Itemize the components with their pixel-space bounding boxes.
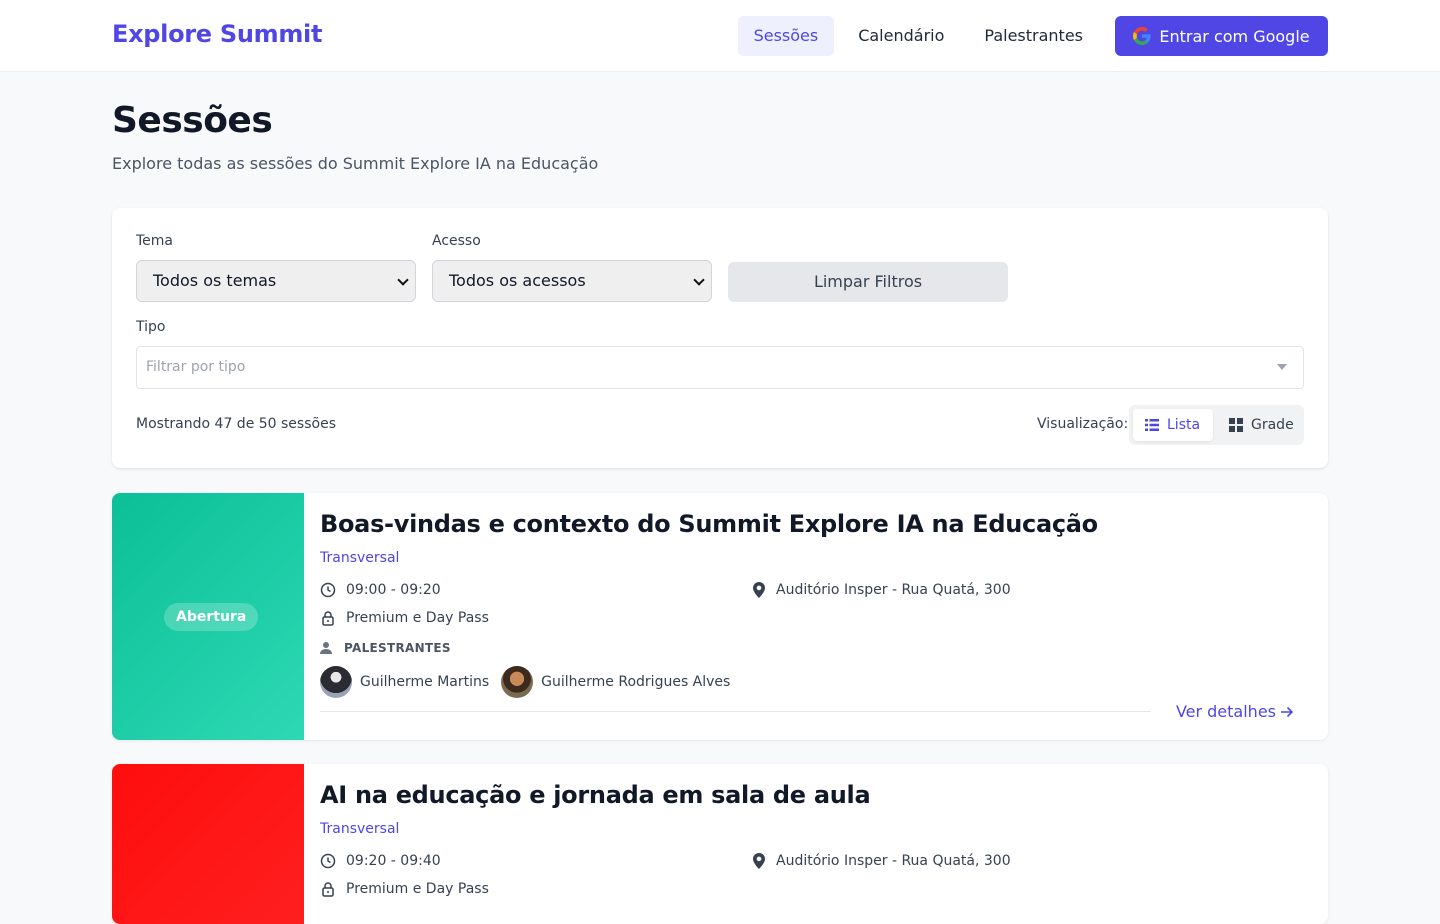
speaker-item[interactable]: Guilherme Rodrigues Alves [501,666,730,698]
session-time-text: 09:00 - 09:20 [346,582,441,598]
session-access-text: Premium e Day Pass [346,610,489,626]
nav-palestrantes[interactable]: Palestrantes [968,16,1099,56]
location-pin-icon [753,853,765,869]
view-label: Visualização: [1037,416,1129,432]
list-icon [1145,419,1159,431]
session-location-text: Auditório Insper - Rua Quatá, 300 [776,582,1011,598]
speakers-heading-text: PALESTRANTES [344,641,451,655]
view-grid-label: Grade [1251,417,1294,433]
session-badge: Abertura [164,603,259,631]
clock-icon [320,853,336,869]
speaker-item[interactable]: Guilherme Martins [320,666,489,698]
speakers-heading: PALESTRANTES [320,641,451,655]
tema-select[interactable]: Todos os temas [136,260,416,302]
page-subtitle: Explore todas as sessões do Summit Explo… [112,154,599,173]
speaker-name: Guilherme Martins [360,674,490,690]
session-theme: Transversal [320,821,400,837]
avatar [501,666,534,698]
location-pin-icon [753,582,765,598]
session-color-banner: Abertura [112,493,304,740]
main-nav: Sessões Calendário Palestrantes Entrar c… [730,16,1328,56]
session-location: Auditório Insper - Rua Quatá, 300 [752,582,1011,598]
tipo-label: Tipo [136,319,166,335]
speakers-list: Guilherme Martins Guilherme Rodrigues Al… [320,666,742,698]
session-title[interactable]: Boas-vindas e contexto do Summit Explore… [320,510,1098,538]
person-icon [320,642,332,654]
acesso-select[interactable]: Todos os acessos [432,260,712,302]
session-color-banner [112,764,304,924]
nav-calendario[interactable]: Calendário [842,16,960,56]
page-title: Sessões [112,100,273,141]
tema-label: Tema [136,233,174,249]
site-logo[interactable]: Explore Summit [112,20,322,48]
tipo-placeholder: Filtrar por tipo [146,359,246,375]
session-location: Auditório Insper - Rua Quatá, 300 [752,853,1011,869]
google-icon [1133,27,1151,45]
clock-icon [320,582,336,598]
grid-icon [1229,418,1243,432]
results-count: Mostrando 47 de 50 sessões [136,416,336,432]
view-toggle: Lista Grade [1129,405,1304,445]
card-divider [320,711,1151,712]
session-access: Premium e Day Pass [320,881,489,897]
top-header: Explore Summit Sessões Calendário Palest… [0,0,1440,72]
view-details-label: Ver detalhes [1175,702,1276,721]
nav-sessoes[interactable]: Sessões [737,16,835,56]
filters-card: Tema Todos os temas Acesso Todos os aces… [112,208,1328,468]
view-grid-button[interactable]: Grade [1217,409,1306,441]
view-details-link[interactable]: Ver detalhes [1176,702,1294,721]
session-time-text: 09:20 - 09:40 [346,853,441,869]
session-time: 09:20 - 09:40 [320,853,441,869]
chevron-down-icon [693,274,705,286]
session-card[interactable]: AI na educação e jornada em sala de aula… [112,764,1328,924]
google-login-label: Entrar com Google [1159,26,1310,46]
view-list-button[interactable]: Lista [1133,409,1213,441]
lock-icon [322,882,334,897]
acesso-label: Acesso [432,233,481,249]
chevron-down-icon [397,274,409,286]
session-access-text: Premium e Day Pass [346,881,489,897]
speaker-name: Guilherme Rodrigues Alves [541,674,731,690]
tema-select-value: Todos os temas [153,271,277,290]
arrow-right-icon [1281,706,1294,717]
google-login-button[interactable]: Entrar com Google [1115,16,1328,56]
view-list-label: Lista [1167,417,1201,433]
session-access: Premium e Day Pass [320,610,489,626]
session-time: 09:00 - 09:20 [320,582,441,598]
session-title[interactable]: AI na educação e jornada em sala de aula [320,781,871,809]
session-location-text: Auditório Insper - Rua Quatá, 300 [776,853,1011,869]
tipo-multiselect[interactable]: Filtrar por tipo [136,346,1304,389]
avatar [320,666,352,698]
session-card[interactable]: Abertura Boas-vindas e contexto do Summi… [112,493,1328,740]
acesso-select-value: Todos os acessos [449,271,586,290]
session-theme: Transversal [320,550,400,566]
dropdown-arrow-icon[interactable] [1277,364,1287,370]
clear-filters-button[interactable]: Limpar Filtros [728,262,1008,302]
lock-icon [322,611,334,626]
